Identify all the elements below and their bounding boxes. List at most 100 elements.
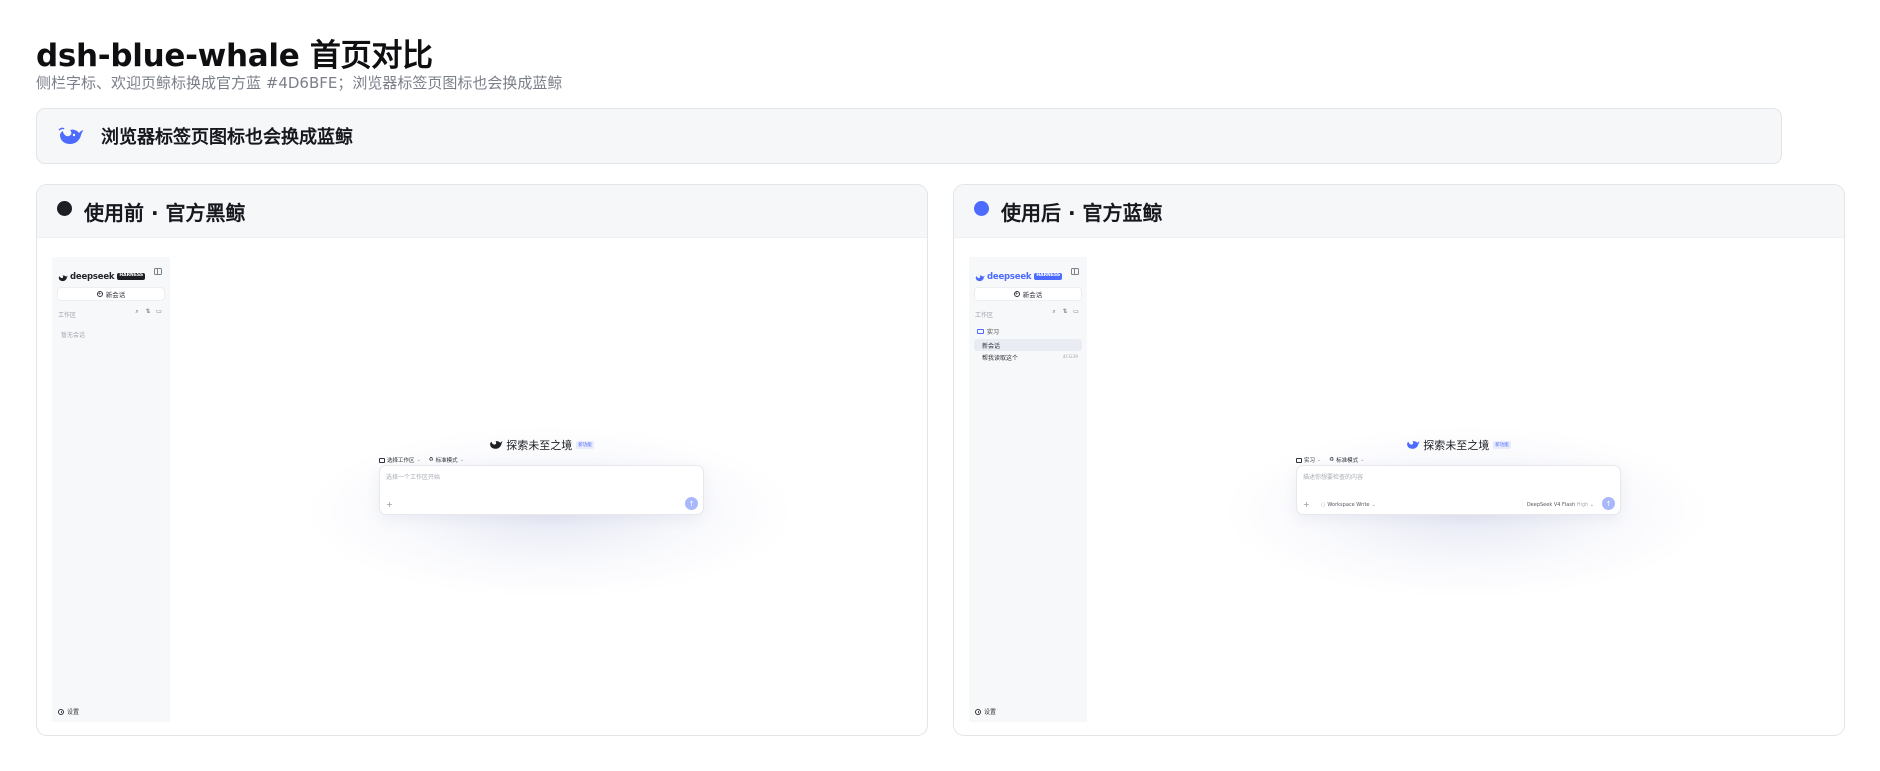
chevron-down-icon: ⌄ — [1589, 502, 1594, 508]
folder-icon — [1296, 457, 1302, 463]
recycle-icon: ♻ — [1329, 457, 1335, 463]
whale-icon — [58, 267, 68, 286]
settings-button[interactable]: 设置 — [58, 707, 79, 716]
model-level: High — [1576, 502, 1589, 508]
new-feature-badge: 新功能 — [576, 440, 594, 449]
composer-chips: 选择工作区 ⌄ ♻ 标准模式 ⌄ — [379, 456, 464, 464]
new-feature-badge: 新功能 — [1493, 440, 1511, 449]
plus-circle-icon: + — [96, 290, 103, 297]
logo-text: deepseek — [70, 271, 115, 282]
session-time: 4CG39 — [1062, 354, 1078, 360]
chevron-down-icon: ⌄ — [1317, 457, 1322, 463]
chat-composer[interactable]: 描述你想要检查的内容 + ◌ Workspace Write ⌄ DeepSee… — [1296, 465, 1621, 515]
mode-select-label: 标准模式 — [1336, 458, 1359, 464]
workspace-select[interactable]: 选择工作区 ⌄ — [379, 456, 421, 464]
panel-header: 使用前 · 官方黑鲸 — [37, 185, 927, 238]
sidebar: deepseek HARNESS + 新会话 工作区 ⌕ ⇅ ▭ 暂无会话 设置 — [52, 257, 170, 722]
mode-select[interactable]: ♻ 标准模式 ⌄ — [1329, 456, 1364, 464]
welcome-area: 探索未至之境 新功能 选择工作区 ⌄ ♻ 标准模式 ⌄ 选择一个工作区开始 + … — [170, 257, 913, 722]
logo-badge: HARNESS — [117, 273, 146, 280]
chevron-down-icon: ⌄ — [1360, 457, 1365, 463]
empty-sessions: 暂无会话 — [61, 332, 86, 339]
add-icon[interactable]: + — [1303, 500, 1310, 509]
sort-icon[interactable]: ⇅ — [1062, 309, 1068, 315]
workspace-write-select[interactable]: ◌ Workspace Write ⌄ — [1321, 502, 1376, 508]
black-dot — [57, 200, 72, 216]
page-subtitle: 侧栏字标、欢迎页鲸标换成官方蓝 #4D6BFE；浏览器标签页图标也会换成蓝鲸 — [36, 74, 563, 92]
settings-label: 设置 — [67, 709, 80, 716]
tab-icon-banner: 浏览器标签页图标也会换成蓝鲸 — [36, 108, 1782, 164]
new-chat-button[interactable]: + 新会话 — [974, 287, 1082, 301]
collapse-sidebar-icon[interactable] — [154, 268, 162, 275]
sidebar-logo[interactable]: deepseek HARNESS — [975, 267, 1063, 286]
panel-title: 使用后 · 官方蓝鲸 — [1001, 200, 1163, 225]
collapse-sidebar-icon[interactable] — [1071, 268, 1079, 275]
panel-title: 使用前 · 官方黑鲸 — [84, 200, 246, 225]
model-select[interactable]: DeepSeek V4 Flash High ⌄ — [1527, 502, 1594, 508]
search-icon[interactable]: ⌕ — [134, 309, 140, 315]
new-chat-label: 新会话 — [1022, 291, 1043, 299]
arrow-up-icon: ↑ — [688, 499, 695, 508]
whale-icon — [1406, 435, 1420, 454]
arrow-up-icon: ↑ — [1605, 499, 1612, 508]
session-label: 帮我读取这个 — [982, 354, 1019, 362]
send-button[interactable]: ↑ — [685, 497, 698, 510]
settings-button[interactable]: 设置 — [975, 707, 996, 716]
workspace-select[interactable]: 实习 ⌄ — [1296, 456, 1321, 464]
sidebar-logo[interactable]: deepseek HARNESS — [58, 267, 146, 286]
workspace-tools: ⌕ ⇅ ▭ — [1051, 309, 1079, 315]
recycle-icon: ♻ — [428, 457, 434, 463]
session-item[interactable]: 帮我读取这个 4CG39 — [974, 351, 1082, 363]
workspace-write-label: Workspace Write — [1327, 502, 1370, 508]
chat-composer[interactable]: 选择一个工作区开始 + ↑ — [379, 465, 704, 515]
session-label: 新会话 — [982, 342, 1001, 350]
whale-icon — [489, 435, 503, 454]
folder-label: 实习 — [987, 329, 1000, 336]
before-panel: 使用前 · 官方黑鲸 deepseek HARNESS + 新会话 工作区 ⌕ … — [36, 184, 928, 736]
workspace-tools: ⌕ ⇅ ▭ — [134, 309, 162, 315]
folder-icon — [379, 457, 385, 463]
model-label: DeepSeek V4 Flash — [1526, 502, 1576, 508]
composer-chips: 实习 ⌄ ♻ 标准模式 ⌄ — [1296, 456, 1364, 464]
welcome-text: 探索未至之境 — [506, 438, 573, 452]
search-icon[interactable]: ⌕ — [1051, 309, 1057, 315]
shield-icon: ◌ — [1321, 502, 1326, 508]
welcome-heading: 探索未至之境 新功能 — [170, 435, 913, 454]
workspace-label: 工作区 — [975, 312, 994, 319]
sort-icon[interactable]: ⇅ — [145, 309, 151, 315]
workspace-select-label: 实习 — [1304, 458, 1316, 464]
logo-text: deepseek — [987, 271, 1032, 282]
new-chat-label: 新会话 — [105, 291, 126, 299]
mode-select[interactable]: ♻ 标准模式 ⌄ — [429, 456, 464, 464]
gear-icon — [58, 708, 64, 715]
page-title: dsh-blue-whale 首页对比 — [36, 38, 433, 74]
add-icon[interactable]: + — [386, 500, 393, 509]
gear-icon — [975, 708, 981, 715]
new-chat-button[interactable]: + 新会话 — [57, 287, 165, 301]
settings-label: 设置 — [984, 709, 997, 716]
composer-placeholder[interactable]: 选择一个工作区开始 — [386, 472, 440, 481]
whale-icon — [975, 267, 985, 286]
composer-placeholder[interactable]: 描述你想要检查的内容 — [1303, 472, 1363, 481]
send-button[interactable]: ↑ — [1602, 497, 1615, 510]
plus-circle-icon: + — [1013, 290, 1020, 297]
after-panel: 使用后 · 官方蓝鲸 deepseek HARNESS + 新会话 工作区 ⌕ … — [953, 184, 1845, 736]
welcome-text: 探索未至之境 — [1423, 438, 1490, 452]
panel-header: 使用后 · 官方蓝鲸 — [954, 185, 1844, 238]
chevron-down-icon: ⌄ — [459, 457, 464, 463]
banner-text: 浏览器标签页图标也会换成蓝鲸 — [101, 127, 353, 148]
blue-dot — [974, 200, 989, 216]
folder-add-icon[interactable]: ▭ — [156, 309, 162, 315]
session-item[interactable]: 新会话 — [974, 339, 1082, 351]
logo-badge: HARNESS — [1034, 273, 1063, 280]
folder-add-icon[interactable]: ▭ — [1073, 309, 1079, 315]
welcome-heading: 探索未至之境 新功能 — [1087, 435, 1830, 454]
chevron-down-icon: ⌄ — [416, 457, 421, 463]
chevron-down-icon: ⌄ — [1371, 502, 1376, 508]
mode-select-label: 标准模式 — [435, 458, 458, 464]
sidebar-folder[interactable]: 实习 — [977, 327, 999, 336]
welcome-area: 探索未至之境 新功能 实习 ⌄ ♻ 标准模式 ⌄ 描述你想要检查的内容 + ◌ … — [1087, 257, 1830, 722]
sidebar: deepseek HARNESS + 新会话 工作区 ⌕ ⇅ ▭ 实习 新会话 — [969, 257, 1087, 722]
after-screenshot: deepseek HARNESS + 新会话 工作区 ⌕ ⇅ ▭ 实习 新会话 — [969, 257, 1830, 722]
before-screenshot: deepseek HARNESS + 新会话 工作区 ⌕ ⇅ ▭ 暂无会话 设置 — [52, 257, 913, 722]
